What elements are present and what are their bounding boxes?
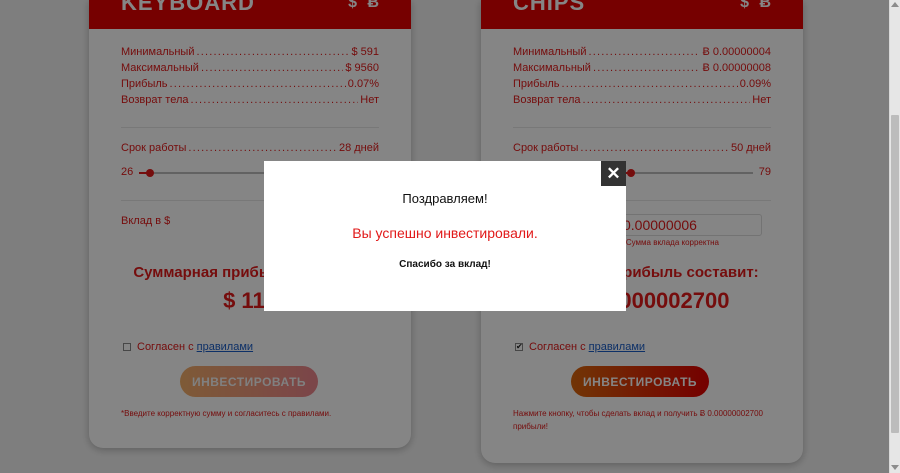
close-icon[interactable]: ✕ bbox=[601, 161, 626, 186]
modal-title: Поздравляем! bbox=[402, 191, 488, 206]
success-modal: ✕ Поздравляем! Вы успешно инвестировали.… bbox=[264, 161, 626, 311]
scrollbar-thumb[interactable] bbox=[891, 115, 899, 433]
page-scrollbar[interactable] bbox=[889, 0, 900, 473]
scroll-up-arrow-icon[interactable] bbox=[891, 2, 899, 7]
scroll-down-arrow-icon[interactable] bbox=[891, 465, 899, 470]
modal-thanks: Спасибо за вклад! bbox=[399, 259, 491, 270]
modal-message: Вы успешно инвестировали. bbox=[352, 225, 538, 241]
